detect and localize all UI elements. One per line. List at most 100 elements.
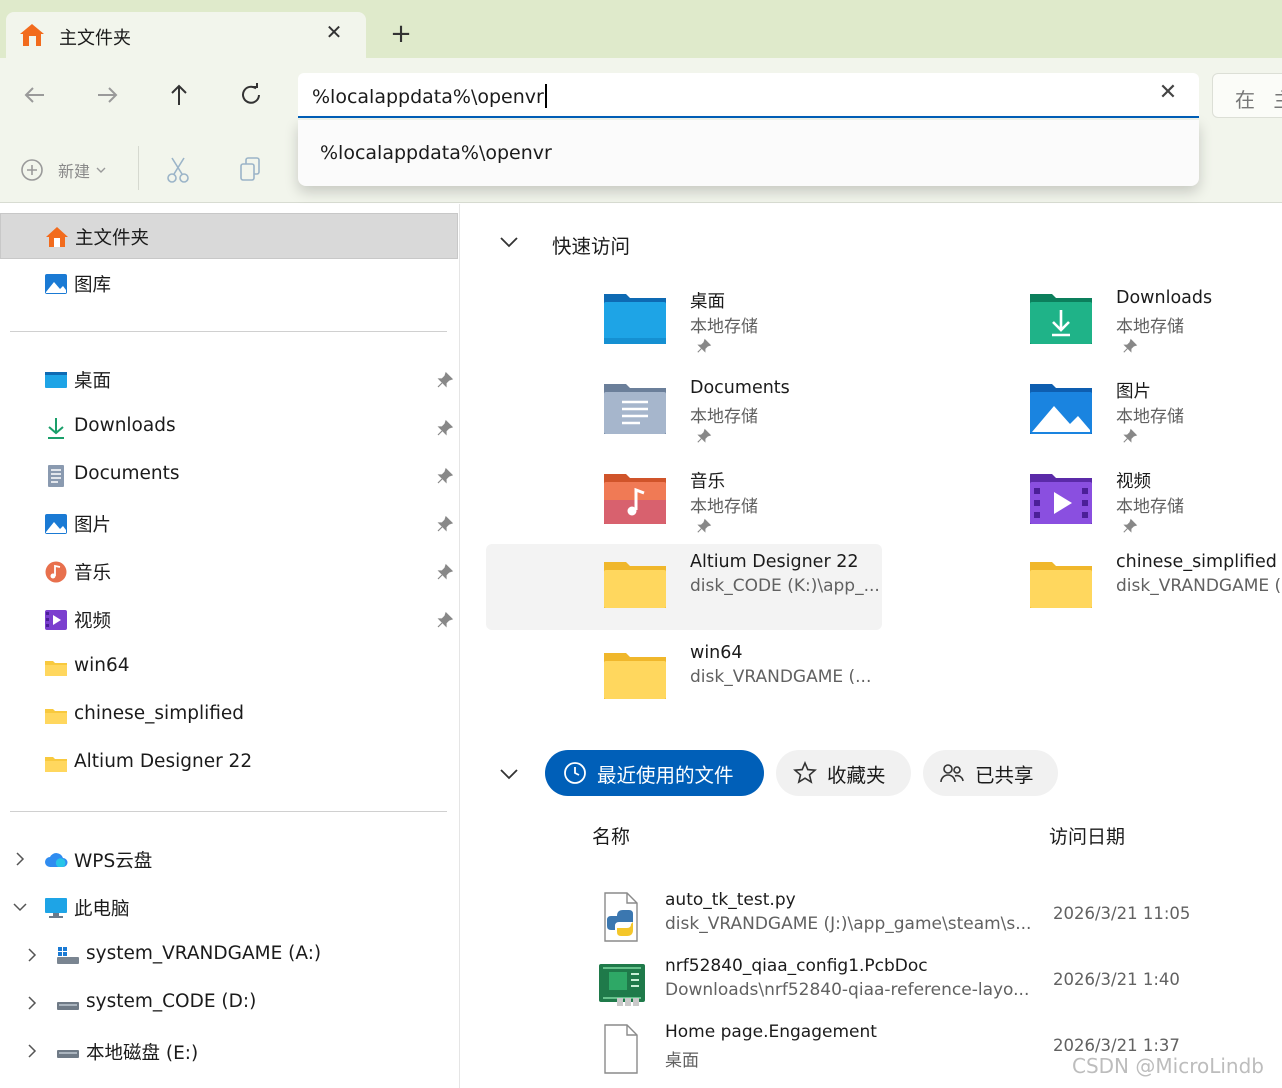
quick-access-name: 图片	[1116, 382, 1151, 402]
folder-icon	[1028, 560, 1094, 616]
back-arrow-icon[interactable]	[20, 80, 50, 110]
pin-icon[interactable]	[436, 467, 454, 485]
sidebar-item-altium-designer[interactable]: Altium Designer 22	[0, 741, 458, 787]
chevron-down-icon[interactable]	[12, 899, 28, 915]
sidebar-item-label: WPS云盘	[74, 851, 153, 872]
cut-icon[interactable]	[166, 156, 190, 188]
sidebar-item-desktop[interactable]: 桌面	[0, 357, 458, 403]
pin-icon[interactable]	[436, 563, 454, 581]
quick-access-item-pictures[interactable]: 图片 本地存储	[912, 370, 1282, 456]
quick-access-name: 视频	[1116, 472, 1151, 492]
music-folder-icon	[602, 470, 668, 526]
sidebar-item-videos[interactable]: 视频	[0, 597, 458, 643]
chevron-right-icon[interactable]	[24, 947, 40, 963]
quick-access-item-desktop[interactable]: 桌面 本地存储	[486, 280, 882, 366]
chevron-right-icon[interactable]	[24, 1043, 40, 1059]
toolbar-divider	[138, 146, 139, 190]
sidebar-item-home[interactable]: 主文件夹	[0, 213, 458, 259]
quick-access-item-documents[interactable]: Documents 本地存储	[486, 370, 882, 456]
refresh-icon[interactable]	[236, 80, 266, 110]
quick-access-item-altium-designer[interactable]: Altium Designer 22 disk_CODE (K:)\app_..…	[486, 544, 882, 630]
sidebar-item-drive-e[interactable]: 本地磁盘 (E:)	[0, 1029, 458, 1075]
tab-favorites[interactable]: 收藏夹	[776, 750, 911, 796]
file-path: Downloads\nrf52840-qiaa-reference-layo..…	[665, 980, 1030, 1000]
clear-icon[interactable]: ✕	[1156, 82, 1180, 106]
quick-access-location: 本地存储	[690, 497, 758, 517]
sidebar-item-label: 视频	[74, 611, 112, 632]
column-header-name[interactable]: 名称	[592, 822, 630, 849]
chevron-right-icon[interactable]	[24, 995, 40, 1011]
sidebar-item-pictures[interactable]: 图片	[0, 501, 458, 547]
documents-folder-icon	[602, 380, 668, 436]
quick-access-item-music[interactable]: 音乐 本地存储	[486, 460, 882, 546]
sidebar-item-downloads[interactable]: Downloads	[0, 405, 458, 451]
up-arrow-icon[interactable]	[164, 80, 194, 110]
quick-access-name: Downloads	[1116, 288, 1213, 308]
quick-access-item-win64[interactable]: win64 disk_VRANDGAME (...	[486, 635, 882, 721]
file-date: 2026/3/21 11:05	[1053, 904, 1191, 923]
chevron-down-icon	[96, 167, 106, 173]
sidebar-item-drive-a[interactable]: system_VRANDGAME (A:)	[0, 933, 458, 979]
system-drive-icon	[56, 945, 80, 967]
sidebar-item-drive-d[interactable]: system_CODE (D:)	[0, 981, 458, 1027]
sidebar-item-label: Downloads	[74, 415, 176, 436]
pin-icon[interactable]	[436, 515, 454, 533]
pin-icon	[696, 428, 712, 444]
pin-icon[interactable]	[436, 371, 454, 389]
quick-access-item-videos[interactable]: 视频 本地存储	[912, 460, 1282, 546]
file-path: 桌面	[665, 1051, 699, 1071]
address-bar[interactable]: %localappdata%\openvr ✕	[298, 73, 1199, 118]
quick-access-location: disk_VRANDGAME (...	[1116, 576, 1282, 596]
sidebar-item-chinese-simplified[interactable]: chinese_simplified	[0, 693, 458, 739]
watermark: CSDN @MicroLindb	[1072, 1054, 1264, 1078]
quick-access-name: win64	[690, 643, 743, 663]
tab-shared[interactable]: 已共享	[923, 750, 1058, 796]
file-date: 2026/3/21 1:37	[1053, 1036, 1180, 1055]
sidebar-item-wps-cloud[interactable]: WPS云盘	[0, 837, 458, 883]
new-tab-button[interactable]: +	[388, 21, 414, 48]
folder-icon	[602, 560, 668, 616]
sidebar-item-label: system_CODE (D:)	[86, 991, 257, 1012]
sidebar-item-win64[interactable]: win64	[0, 645, 458, 691]
folder-icon	[44, 753, 68, 775]
table-row[interactable]: nrf52840_qiaa_config1.PcbDoc Downloads\n…	[591, 952, 1281, 1016]
sidebar-item-documents[interactable]: Documents	[0, 453, 458, 499]
tab-home[interactable]: 主文件夹 ✕	[6, 12, 366, 59]
quick-access-location: 本地存储	[1116, 497, 1184, 517]
quick-access-name: Altium Designer 22	[690, 552, 859, 572]
sidebar-item-label: 主文件夹	[75, 228, 150, 249]
pin-icon[interactable]	[436, 419, 454, 437]
folder-icon	[602, 651, 668, 707]
sidebar-item-label: 此电脑	[74, 899, 130, 920]
tab-recent-files[interactable]: 最近使用的文件	[545, 750, 764, 796]
pin-icon[interactable]	[436, 611, 454, 629]
pin-icon	[1122, 428, 1138, 444]
quick-access-location: 本地存储	[1116, 317, 1184, 337]
desktop-icon	[44, 369, 68, 391]
quick-access-location: 本地存储	[690, 407, 758, 427]
copy-icon[interactable]	[238, 156, 262, 186]
sidebar-item-this-pc[interactable]: 此电脑	[0, 885, 458, 931]
drive-icon	[56, 993, 80, 1015]
chevron-right-icon[interactable]	[12, 851, 28, 867]
chevron-down-icon[interactable]	[499, 766, 519, 780]
quick-access-item-downloads[interactable]: Downloads 本地存储	[912, 280, 1282, 366]
quick-access-location: disk_VRANDGAME (...	[690, 667, 872, 687]
quick-access-name: Documents	[690, 378, 790, 398]
search-box[interactable]: 在 主	[1212, 73, 1282, 118]
search-placeholder: 在 主	[1235, 88, 1282, 112]
forward-arrow-icon[interactable]	[92, 80, 122, 110]
quick-access-item-chinese-simplified[interactable]: chinese_simplified disk_VRANDGAME (...	[912, 544, 1282, 630]
sidebar-item-label: chinese_simplified	[74, 703, 245, 724]
close-icon[interactable]: ✕	[323, 22, 345, 44]
tab-label: 已共享	[975, 763, 1034, 787]
address-suggestion-item[interactable]: %localappdata%\openvr	[320, 142, 552, 164]
new-button[interactable]: 新建	[20, 158, 106, 182]
address-input[interactable]: %localappdata%\openvr	[312, 84, 547, 108]
table-row[interactable]: auto_tk_test.py disk_VRANDGAME (J:)\app_…	[591, 886, 1281, 950]
sidebar-item-music[interactable]: 音乐	[0, 549, 458, 595]
pin-icon	[1122, 338, 1138, 354]
column-header-date[interactable]: 访问日期	[1049, 822, 1125, 849]
sidebar-item-gallery[interactable]: 图库	[0, 261, 458, 307]
chevron-down-icon[interactable]	[499, 234, 519, 248]
